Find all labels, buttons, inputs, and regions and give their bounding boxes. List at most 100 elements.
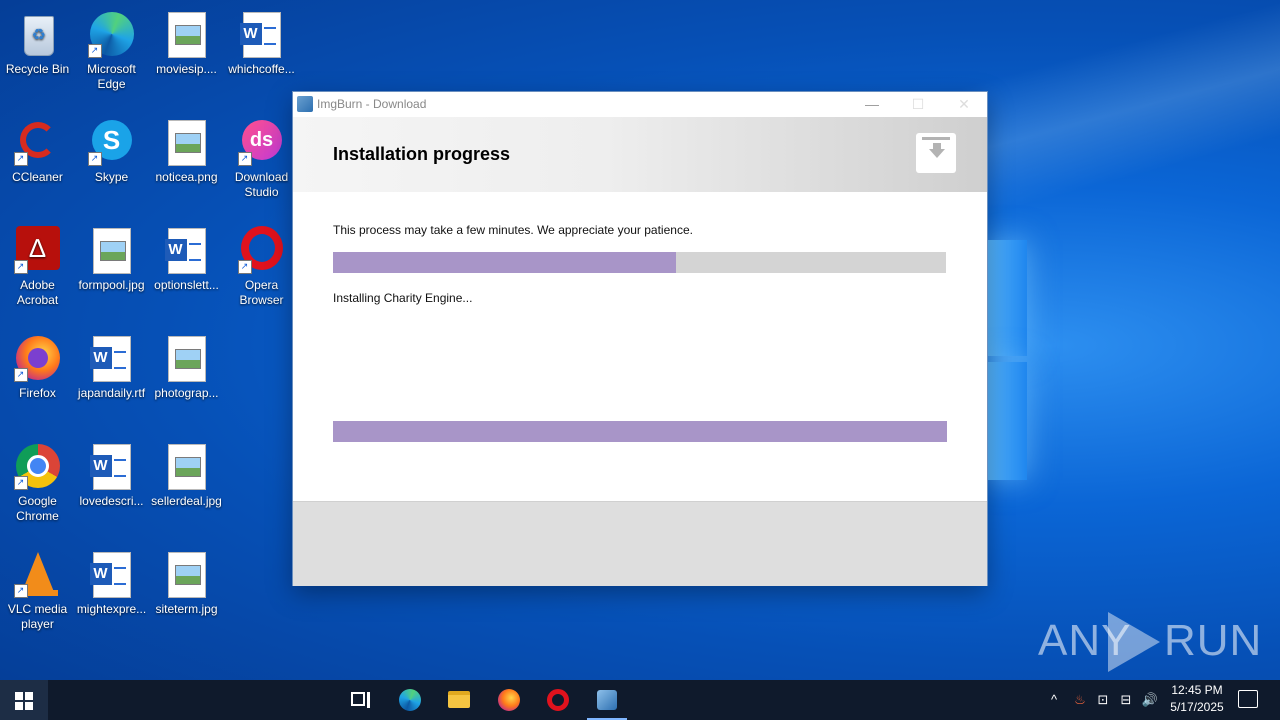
desktop-icon-label: Microsoft Edge	[87, 62, 136, 91]
download-studio-icon: ds ↗	[237, 118, 286, 166]
desktop-icon-japandaily[interactable]: W japandaily.rtf	[74, 330, 149, 401]
desktop-icon-ccleaner[interactable]: ↗ CCleaner	[0, 114, 75, 185]
anyrun-watermark: ANY RUN	[1038, 612, 1261, 672]
installer-footer	[293, 501, 987, 586]
desktop-icon-label: Recycle Bin	[5, 62, 70, 76]
desktop-icon-mightexpre[interactable]: W mightexpre...	[74, 546, 149, 617]
desktop-icon-moviesip[interactable]: moviesip....	[149, 6, 224, 77]
desktop-icon-firefox[interactable]: ↗ Firefox	[0, 330, 75, 401]
play-triangle-icon	[1108, 612, 1160, 672]
taskbar-file-explorer[interactable]	[435, 680, 483, 720]
patience-message: This process may take a few minutes. We …	[333, 223, 693, 237]
desktop-icon-recycle-bin[interactable]: ♻ Recycle Bin	[0, 6, 75, 77]
recycle-bin-icon: ♻	[14, 10, 62, 58]
item-progress-bar	[333, 421, 947, 442]
desktop-icon-lovedescri[interactable]: W lovedescri...	[74, 438, 149, 509]
image-file-icon	[163, 118, 211, 166]
desktop-icon-label: formpool.jpg	[78, 278, 145, 292]
tray-device-icon[interactable]: ⊡	[1093, 680, 1113, 720]
desktop-icon-label: Firefox	[19, 386, 56, 400]
desktop-icon-label: moviesip....	[156, 62, 217, 76]
desktop-icon-vlc[interactable]: ↗ VLC media player	[0, 546, 75, 632]
maximize-button[interactable]: ☐	[895, 92, 941, 117]
tray-app-icon[interactable]: ♨	[1070, 680, 1090, 720]
desktop-icon-opera[interactable]: ↗ Opera Browser	[224, 222, 299, 308]
imgburn-app-icon	[597, 690, 617, 710]
desktop-icon-label: mightexpre...	[76, 602, 147, 616]
firefox-icon: ↗	[13, 334, 62, 382]
desktop-icon-microsoft-edge[interactable]: ↗ Microsoft Edge	[74, 6, 149, 92]
notification-center-icon[interactable]	[1238, 690, 1258, 708]
clock-date: 5/17/2025	[1170, 700, 1224, 714]
desktop-icon-siteterm[interactable]: siteterm.jpg	[149, 546, 224, 617]
wallpaper-windows-logo	[985, 240, 1031, 480]
download-box-icon	[916, 133, 956, 173]
header-banner: Installation progress	[293, 117, 987, 192]
taskbar-opera[interactable]	[534, 680, 582, 720]
desktop-icon-label: Adobe Acrobat	[16, 278, 59, 307]
desktop-icon-adobe-acrobat[interactable]: ∆ ↗ Adobe Acrobat	[0, 222, 75, 308]
item-progress-fill	[333, 421, 947, 442]
close-button[interactable]: ✕	[941, 92, 987, 117]
desktop-icon-label: CCleaner	[12, 170, 63, 184]
firefox-icon	[498, 689, 520, 711]
installer-content: This process may take a few minutes. We …	[293, 192, 987, 501]
google-chrome-icon: ↗	[13, 442, 62, 490]
skype-icon: S ↗	[87, 118, 136, 166]
overall-progress-bar	[333, 252, 946, 273]
page-title: Installation progress	[333, 144, 511, 164]
word-document-icon: W	[163, 226, 211, 274]
taskbar-firefox[interactable]	[485, 680, 533, 720]
desktop-icon-label: Download Studio	[234, 170, 289, 199]
desktop-icon-google-chrome[interactable]: ↗ Google Chrome	[0, 438, 75, 524]
desktop-icon-label: whichcoffe...	[228, 62, 295, 76]
desktop-icon-label: VLC media player	[7, 602, 68, 631]
desktop-icon-label: sellerdeal.jpg	[151, 494, 222, 508]
taskbar-imgburn[interactable]	[583, 680, 631, 720]
volume-icon[interactable]: 🔊	[1139, 680, 1161, 720]
word-document-icon: W	[238, 10, 286, 58]
taskbar-edge[interactable]	[386, 680, 434, 720]
image-file-icon	[163, 442, 211, 490]
desktop-icon-sellerdeal[interactable]: sellerdeal.jpg	[149, 438, 224, 509]
desktop-icon-label: optionslett...	[154, 278, 219, 292]
desktop-icon-label: lovedescri...	[79, 494, 144, 508]
task-view-button[interactable]	[336, 680, 384, 720]
minimize-button[interactable]: —	[849, 92, 895, 117]
desktop-icon-noticea[interactable]: noticea.png	[149, 114, 224, 185]
image-file-icon	[163, 10, 211, 58]
folder-icon	[448, 691, 470, 708]
word-document-icon: W	[88, 550, 136, 598]
desktop-icon-download-studio[interactable]: ds ↗ Download Studio	[224, 114, 299, 200]
start-button[interactable]	[0, 680, 48, 720]
edge-icon	[399, 689, 421, 711]
network-icon[interactable]: ⊟	[1116, 680, 1136, 720]
desktop-icon-optionslett[interactable]: W optionslett...	[149, 222, 224, 293]
desktop-icon-label: noticea.png	[155, 170, 218, 184]
desktop-icon-label: Google Chrome	[16, 494, 59, 523]
watermark-run: RUN	[1164, 616, 1263, 665]
opera-icon	[547, 689, 569, 711]
taskbar-clock[interactable]: 12:45 PM 5/17/2025	[1160, 682, 1234, 716]
vlc-cone-icon: ↗	[13, 550, 62, 598]
clock-time: 12:45 PM	[1171, 683, 1223, 697]
desktop-icon-photograp[interactable]: photograp...	[149, 330, 224, 401]
desktop-icon-whichcoffe[interactable]: W whichcoffe...	[224, 6, 299, 77]
desktop-icon-label: photograp...	[154, 386, 219, 400]
overall-progress-fill	[333, 252, 677, 273]
desktop-icon-formpool[interactable]: formpool.jpg	[74, 222, 149, 293]
desktop-icon-label: japandaily.rtf	[77, 386, 146, 400]
desktop-icon-label: Opera Browser	[239, 278, 284, 307]
installer-window: ImgBurn - Download — ☐ ✕ Installation pr…	[293, 92, 987, 586]
window-titlebar[interactable]: ImgBurn - Download — ☐ ✕	[293, 92, 987, 117]
desktop-icon-skype[interactable]: S ↗ Skype	[74, 114, 149, 185]
opera-icon: ↗	[237, 226, 286, 274]
image-file-icon	[163, 334, 211, 382]
install-status-text: Installing Charity Engine...	[333, 291, 473, 305]
adobe-acrobat-icon: ∆ ↗	[13, 226, 62, 274]
window-title: ImgBurn - Download	[317, 97, 427, 111]
desktop-icon-label: siteterm.jpg	[155, 602, 218, 616]
show-hidden-icons-button[interactable]: ^	[1044, 680, 1064, 720]
word-document-icon: W	[88, 334, 136, 382]
windows-logo-icon	[15, 692, 23, 700]
